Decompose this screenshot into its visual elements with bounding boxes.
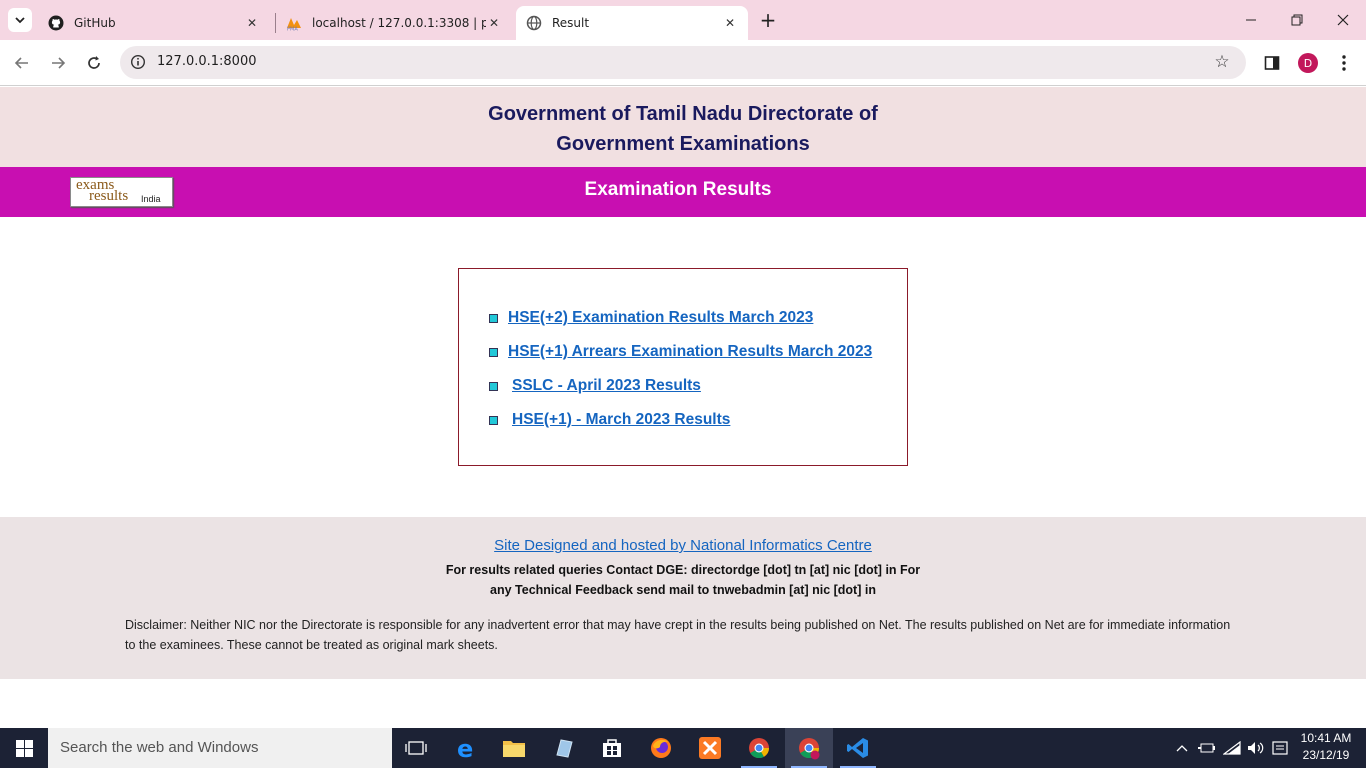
- bullet-square-icon: [489, 415, 498, 425]
- reload-icon[interactable]: [80, 49, 108, 77]
- chrome-icon[interactable]: [735, 728, 783, 768]
- search-placeholder: Search the web and Windows: [60, 739, 259, 756]
- store-icon[interactable]: [588, 728, 636, 768]
- chevron-down-icon: [15, 17, 25, 24]
- banner: exams results India Examination Results: [0, 167, 1366, 217]
- minimize-icon[interactable]: [1228, 0, 1274, 40]
- tab-title: localhost / 127.0.0.1:3308 | php: [312, 16, 486, 30]
- browser-tab-strip: GitHub ✕ PMA localhost / 127.0.0.1:3308 …: [0, 0, 1366, 40]
- edge-browser-icon[interactable]: e: [442, 728, 490, 768]
- side-panel-icon[interactable]: [1261, 52, 1283, 74]
- new-tab-plus-icon[interactable]: +: [756, 8, 780, 32]
- github-icon: [48, 15, 64, 31]
- bullet-square-icon: [489, 347, 498, 357]
- url-text: 127.0.0.1:8000: [157, 54, 257, 69]
- close-icon[interactable]: ✕: [244, 15, 260, 31]
- tab-title: Result: [552, 16, 590, 30]
- clock-date: 23/12/19: [1302, 748, 1350, 762]
- nic-credit-link[interactable]: Site Designed and hosted by National Inf…: [383, 537, 983, 554]
- contact-line: For results related queries Contact DGE:…: [445, 563, 921, 577]
- bookmark-star-icon[interactable]: ☆: [1212, 52, 1232, 72]
- windows-start-icon[interactable]: [0, 728, 48, 768]
- globe-icon: [526, 15, 542, 31]
- header-band: Government of Tamil Nadu Directorate of …: [0, 87, 1366, 167]
- bullet-square-icon: [489, 381, 498, 391]
- phpmyadmin-icon: PMA: [286, 15, 302, 31]
- profile-avatar[interactable]: D: [1297, 52, 1319, 74]
- results-list-box: HSE(+2) Examination Results March 2023 H…: [458, 268, 908, 466]
- list-item: HSE(+2) Examination Results March 2023: [489, 307, 813, 329]
- browser-toolbar: 127.0.0.1:8000 ☆ D: [0, 40, 1366, 86]
- restore-icon[interactable]: [1274, 0, 1320, 40]
- banner-title: Examination Results: [584, 179, 772, 200]
- tab-result[interactable]: Result ✕: [516, 6, 748, 40]
- logo-text-results: results: [89, 188, 129, 204]
- footer: Site Designed and hosted by National Inf…: [0, 517, 1366, 679]
- svg-text:e: e: [457, 736, 473, 760]
- xampp-icon[interactable]: [686, 728, 734, 768]
- close-icon[interactable]: ✕: [486, 15, 502, 31]
- taskbar-search-input[interactable]: Search the web and Windows: [48, 728, 392, 768]
- page-viewport: Government of Tamil Nadu Directorate of …: [0, 87, 1366, 728]
- tab-phpmyadmin[interactable]: PMA localhost / 127.0.0.1:3308 | php ✕: [276, 6, 512, 40]
- result-link-hse-plus1[interactable]: HSE(+1) - March 2023 Results: [512, 411, 730, 429]
- tray-chevron-up-icon[interactable]: [1172, 728, 1192, 768]
- result-link-sslc[interactable]: SSLC - April 2023 Results: [512, 377, 701, 395]
- tab-title: GitHub: [74, 16, 116, 30]
- clock-time: 10:41 AM: [1300, 731, 1352, 745]
- bullet-square-icon: [489, 313, 498, 323]
- address-bar[interactable]: 127.0.0.1:8000 ☆: [120, 46, 1246, 79]
- avatar: D: [1298, 53, 1318, 73]
- list-item: HSE(+1) Arrears Examination Results Marc…: [489, 341, 872, 363]
- task-view-icon[interactable]: [392, 728, 440, 768]
- contact-line: any Technical Feedback send mail to tnwe…: [490, 583, 876, 597]
- vscode-icon[interactable]: [834, 728, 882, 768]
- system-clock[interactable]: 10:41 AM 23/12/19: [1296, 730, 1356, 764]
- file-explorer-icon[interactable]: [490, 728, 538, 768]
- site-info-icon[interactable]: [128, 52, 148, 72]
- notifications-icon[interactable]: [1269, 728, 1291, 768]
- back-arrow-icon[interactable]: [8, 49, 36, 77]
- chrome-profile-icon[interactable]: [785, 728, 833, 768]
- volume-icon[interactable]: [1245, 728, 1267, 768]
- page-title: Government of Tamil Nadu Directorate of …: [440, 99, 926, 159]
- list-item: HSE(+1) - March 2023 Results: [489, 409, 730, 431]
- svg-text:PMA: PMA: [287, 27, 298, 32]
- tab-github[interactable]: GitHub ✕: [38, 6, 270, 40]
- window-close-icon[interactable]: [1320, 0, 1366, 40]
- list-item: SSLC - April 2023 Results: [489, 375, 701, 397]
- exams-results-india-logo[interactable]: exams results India: [70, 177, 173, 207]
- forward-arrow-icon[interactable]: [44, 49, 72, 77]
- notepad-icon[interactable]: [540, 728, 588, 768]
- close-icon[interactable]: ✕: [722, 15, 738, 31]
- logo-text-india: India: [141, 194, 161, 204]
- kebab-menu-icon[interactable]: [1333, 52, 1355, 74]
- result-link-hse-plus2[interactable]: HSE(+2) Examination Results March 2023: [508, 309, 813, 327]
- disclaimer-text: Disclaimer: Neither NIC nor the Director…: [125, 618, 1231, 652]
- result-link-hse-plus1-arrears[interactable]: HSE(+1) Arrears Examination Results Marc…: [508, 343, 872, 361]
- tab-search-button[interactable]: [8, 8, 32, 32]
- wifi-icon[interactable]: [1221, 728, 1243, 768]
- windows-taskbar: Search the web and Windows e 10:41 AM 23…: [0, 728, 1366, 768]
- page-title-line2: Government Examinations: [556, 133, 810, 155]
- firefox-icon[interactable]: [637, 728, 685, 768]
- footer-contact: For results related queries Contact DGE:…: [430, 560, 936, 600]
- page-title-line1: Government of Tamil Nadu Directorate of: [488, 103, 878, 125]
- battery-icon[interactable]: [1196, 728, 1218, 768]
